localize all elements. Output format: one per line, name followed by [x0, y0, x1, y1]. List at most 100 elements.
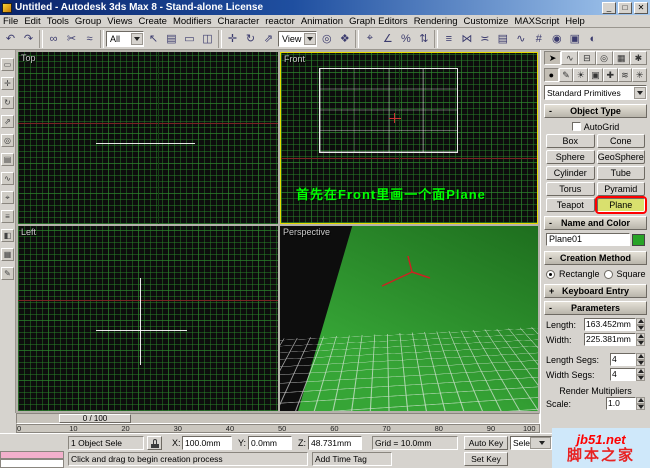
left-tool-icon-10[interactable]: ◧ — [1, 229, 14, 242]
left-tool-icon-3[interactable]: ↻ — [1, 96, 14, 109]
reference-coordinate-dropdown[interactable]: View — [278, 30, 318, 47]
trackbar-tick[interactable]: 60 — [330, 425, 338, 433]
viewport-perspective[interactable]: Perspective — [280, 226, 538, 411]
left-tool-icon-7[interactable]: ∿ — [1, 172, 14, 185]
select-and-scale-icon[interactable]: ⇗ — [260, 30, 277, 47]
dropdown-arrow-icon[interactable] — [304, 32, 317, 45]
left-tool-icon-4[interactable]: ⇗ — [1, 115, 14, 128]
percent-snap-icon[interactable]: % — [397, 30, 414, 47]
spinner-down-icon[interactable] — [636, 374, 645, 381]
z-coord-field[interactable]: 48.731mm — [308, 436, 362, 450]
viewport-perspective-label[interactable]: Perspective — [283, 227, 330, 237]
trackbar-tick[interactable]: 100 — [523, 425, 536, 433]
trackbar-tick[interactable]: 70 — [382, 425, 390, 433]
minimize-button[interactable]: _ — [602, 1, 616, 14]
display-tab[interactable]: ▦ — [612, 51, 630, 65]
maxscript-mini-listener-pink[interactable] — [0, 451, 64, 459]
key-mode-dropdown[interactable]: Selecte — [510, 436, 552, 450]
trackbar-tick[interactable]: 40 — [226, 425, 234, 433]
viewport-left[interactable]: Left — [18, 226, 278, 411]
parameters-rollout[interactable]: - Parameters — [544, 301, 647, 315]
left-tool-icon-11[interactable]: ▦ — [1, 248, 14, 261]
selection-lock-button[interactable] — [147, 436, 162, 450]
primitives-dropdown[interactable]: Standard Primitives — [544, 85, 647, 100]
menu-tools[interactable]: Tools — [44, 15, 72, 28]
layer-manager-icon[interactable]: ▤ — [494, 30, 511, 47]
menu-character[interactable]: Character — [215, 15, 263, 28]
square-radio[interactable] — [603, 269, 613, 279]
object-type-rollout[interactable]: - Object Type — [544, 104, 647, 118]
select-and-rotate-icon[interactable]: ↻ — [242, 30, 259, 47]
box-button[interactable]: Box — [546, 134, 595, 148]
left-tool-icon-8[interactable]: ⌖ — [1, 191, 14, 204]
menu-animation[interactable]: Animation — [298, 15, 346, 28]
trackbar-tick[interactable]: 50 — [278, 425, 286, 433]
name-and-color-rollout[interactable]: - Name and Color — [544, 216, 647, 230]
x-coord-field[interactable]: 100.0mm — [182, 436, 232, 450]
width-input[interactable]: 225.381mm — [584, 333, 636, 346]
align-icon[interactable]: ≍ — [476, 30, 493, 47]
rectangle-radio[interactable] — [546, 269, 555, 279]
maximize-button[interactable]: □ — [618, 1, 632, 14]
schematic-view-icon[interactable]: # — [530, 30, 547, 47]
add-time-tag[interactable]: Add Time Tag — [312, 452, 392, 466]
select-and-manipulate-icon[interactable]: ❖ — [336, 30, 353, 47]
menu-maxscript[interactable]: MAXScript — [511, 15, 562, 28]
menu-rendering[interactable]: Rendering — [411, 15, 461, 28]
angle-snap-icon[interactable]: ∠ — [379, 30, 396, 47]
curve-editor-icon[interactable]: ∿ — [512, 30, 529, 47]
left-tool-icon-5[interactable]: ◎ — [1, 134, 14, 147]
select-by-name-icon[interactable]: ▤ — [163, 30, 180, 47]
close-button[interactable]: ✕ — [634, 1, 648, 14]
create-tab[interactable]: ➤ — [544, 51, 562, 65]
snap-toggle-icon[interactable]: ⌖ — [361, 30, 378, 47]
object-name-input[interactable]: Plane01 — [546, 233, 630, 246]
quick-render-icon[interactable]: ◐ — [584, 30, 601, 47]
trackbar-tick[interactable]: 80 — [435, 425, 443, 433]
select-object-icon[interactable]: ↖ — [145, 30, 162, 47]
sphere-button[interactable]: Sphere — [546, 150, 595, 164]
tube-button[interactable]: Tube — [596, 166, 645, 180]
use-center-icon[interactable]: ◎ — [318, 30, 335, 47]
named-selection-sets-icon[interactable]: ≡ — [440, 30, 457, 47]
motion-tab[interactable]: ◎ — [595, 51, 613, 65]
select-and-move-icon[interactable]: ✛ — [224, 30, 241, 47]
autogrid-checkbox[interactable] — [571, 122, 581, 131]
left-tool-icon-9[interactable]: ≡ — [1, 210, 14, 223]
space-warps-category[interactable]: ≋ — [617, 68, 633, 82]
trackbar-tick[interactable]: 20 — [121, 425, 129, 433]
pyramid-button[interactable]: Pyramid — [596, 182, 645, 196]
selection-filter-dropdown[interactable]: All — [106, 30, 144, 47]
maxscript-mini-listener-white[interactable] — [0, 459, 64, 468]
cameras-category[interactable]: ▣ — [588, 68, 603, 82]
menu-create[interactable]: Create — [135, 15, 170, 28]
helpers-category[interactable]: ✚ — [602, 68, 618, 82]
menu-help[interactable]: Help — [562, 15, 588, 28]
menu-modifiers[interactable]: Modifiers — [170, 15, 215, 28]
geometry-category[interactable]: ● — [544, 68, 559, 82]
time-slider-handle[interactable]: 0 / 100 — [59, 414, 131, 423]
creation-method-rollout[interactable]: - Creation Method — [544, 251, 647, 265]
cone-button[interactable]: Cone — [596, 134, 645, 148]
modify-tab[interactable]: ∿ — [561, 51, 579, 65]
geosphere-button[interactable]: GeoSphere — [596, 150, 645, 164]
trackbar-tick[interactable]: 10 — [69, 425, 77, 433]
scale-input[interactable]: 1.0 — [606, 397, 636, 410]
menu-reactor[interactable]: reactor — [262, 15, 298, 28]
dropdown-arrow-icon[interactable] — [131, 32, 143, 45]
time-slider-track[interactable]: 0 / 100 — [16, 413, 540, 424]
auto-key-button[interactable]: Auto Key — [464, 436, 508, 450]
teapot-button[interactable]: Teapot — [546, 198, 595, 212]
shapes-category[interactable]: ✎ — [558, 68, 574, 82]
dropdown-arrow-icon[interactable] — [530, 437, 551, 449]
select-and-link-icon[interactable]: ∞ — [45, 30, 62, 47]
left-tool-icon-12[interactable]: ✎ — [1, 267, 14, 280]
cylinder-button[interactable]: Cylinder — [546, 166, 595, 180]
unlink-selection-icon[interactable]: ✂ — [63, 30, 80, 47]
viewport-top-label[interactable]: Top — [21, 53, 36, 63]
window-crossing-icon[interactable]: ◫ — [199, 30, 216, 47]
length-segs-input[interactable]: 4 — [610, 353, 636, 366]
set-key-button[interactable]: Set Key — [464, 452, 508, 466]
keyboard-entry-rollout[interactable]: + Keyboard Entry — [544, 284, 647, 298]
spinner-down-icon[interactable] — [636, 403, 645, 410]
